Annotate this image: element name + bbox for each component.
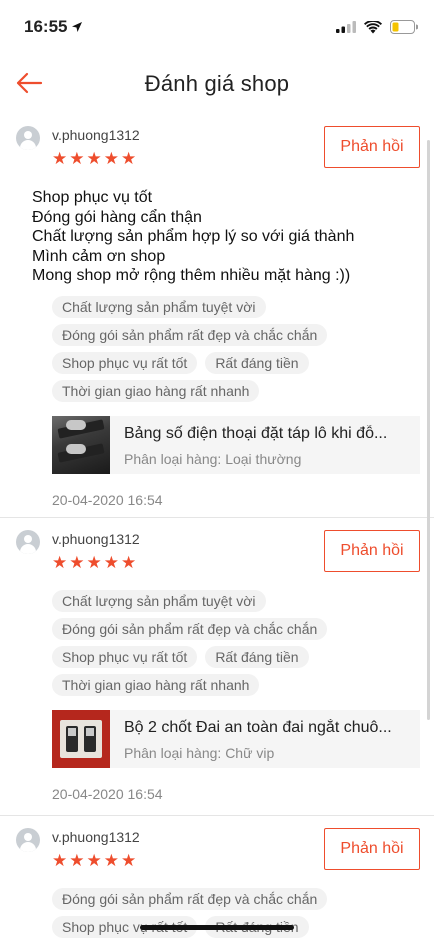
reply-button[interactable]: Phản hồi: [324, 126, 420, 168]
review-tags: Chất lượng sản phẩm tuyệt vời Đóng gói s…: [52, 590, 392, 696]
review-tags: Chất lượng sản phẩm tuyệt vời Đóng gói s…: [52, 295, 392, 402]
location-arrow-icon: [72, 22, 83, 32]
reply-button[interactable]: Phản hồi: [324, 530, 420, 572]
review-timestamp: 20-04-2020 16:54: [52, 491, 163, 508]
review-text-line: Mong shop mở rộng thêm nhiều mặt hàng :)…: [32, 267, 351, 284]
star-icon: ★: [121, 851, 137, 870]
review-tag: Đóng gói sản phẩm rất đẹp và chắc chắn: [52, 618, 328, 640]
review-tag: Đóng gói sản phẩm rất đẹp và chắc chắn: [52, 323, 328, 346]
status-time: 16:55: [24, 17, 83, 37]
review-text-line: Chất lượng sản phẩm hợp lý so với giá th…: [32, 228, 355, 245]
home-indicator[interactable]: [140, 925, 294, 930]
product-card[interactable]: Bộ 2 chốt Đai an toàn đai ngắt chuô... P…: [52, 710, 420, 768]
star-icon: ★: [103, 149, 119, 168]
review-tag: Thời gian giao hàng rất nhanh: [52, 674, 260, 696]
star-icon: ★: [103, 553, 119, 572]
battery-icon: [390, 20, 418, 34]
review-tag: Chất lượng sản phẩm tuyệt vời: [52, 295, 266, 318]
review-tag: Rất đáng tiền: [205, 646, 309, 668]
arrow-left-icon: [16, 72, 43, 94]
review-tag: Shop phục vụ rất tốt: [52, 351, 198, 374]
review-tag: Rất đáng tiền: [205, 351, 309, 374]
star-icon: ★: [52, 553, 68, 572]
review-tag: Chất lượng sản phẩm tuyệt vời: [52, 590, 266, 612]
reply-button[interactable]: Phản hồi: [324, 828, 420, 870]
back-button[interactable]: [14, 68, 44, 98]
review-list: Phản hồi v.phuong1312 ★ ★ ★ ★ ★ Shop phụ…: [0, 114, 434, 941]
review-text-line: Mình cảm ơn shop: [32, 247, 166, 265]
status-icons: [336, 20, 418, 34]
scrollbar[interactable]: [427, 140, 430, 720]
star-icon: ★: [69, 851, 85, 870]
review-timestamp: 20-04-2020 16:54: [52, 786, 163, 802]
page-title: Đánh giá shop: [144, 71, 290, 96]
star-icon: ★: [86, 851, 102, 870]
product-name: Bộ 2 chốt Đai an toàn đai ngắt chuô...: [124, 719, 392, 736]
star-icon: ★: [103, 851, 119, 870]
review-item: Phản hồi v.phuong1312 ★ ★ ★ ★ ★ Shop phụ…: [0, 114, 434, 518]
product-variant: Phân loại hàng: Loại thường: [124, 450, 302, 467]
nav-bar: Đánh giá shop: [0, 54, 434, 114]
star-icon: ★: [86, 149, 102, 168]
review-item: Phản hồi v.phuong1312 ★ ★ ★ ★ ★ Chất lượ…: [0, 518, 434, 816]
review-text-line: Shop phục vụ tốt: [32, 189, 153, 206]
star-icon: ★: [121, 553, 137, 572]
review-item: Phản hồi v.phuong1312 ★ ★ ★ ★ ★ Đóng gói…: [0, 816, 434, 941]
star-icon: ★: [121, 149, 137, 168]
review-tag: Shop phục vụ rất tốt: [52, 646, 198, 668]
wifi-icon: [364, 20, 382, 33]
avatar[interactable]: [16, 126, 40, 150]
product-image: [52, 710, 110, 768]
product-card[interactable]: Bảng số điện thoại đặt táp lô khi đỗ... …: [52, 415, 420, 474]
star-icon: ★: [69, 553, 85, 572]
star-icon: ★: [86, 553, 102, 572]
review-text-line: Đóng gói hàng cẩn thận: [32, 208, 202, 226]
product-name: Bảng số điện thoại đặt táp lô khi đỗ...: [124, 424, 388, 442]
product-image: [52, 415, 110, 474]
review-tag: Thời gian giao hàng rất nhanh: [52, 379, 260, 402]
star-icon: ★: [69, 149, 85, 168]
product-variant: Phân loại hàng: Chữ vip: [124, 745, 275, 761]
star-icon: ★: [52, 149, 68, 168]
review-tag: Đóng gói sản phẩm rất đẹp và chắc chắn: [52, 888, 328, 910]
signal-icon: [336, 21, 356, 33]
status-bar: 16:55: [0, 0, 434, 54]
status-time-text: 16:55: [24, 17, 68, 36]
star-icon: ★: [52, 851, 68, 870]
review-text: Shop phục vụ tốt Đóng gói hàng cẩn thận …: [32, 188, 418, 286]
avatar[interactable]: [16, 828, 40, 852]
avatar[interactable]: [16, 530, 40, 554]
review-tags: Đóng gói sản phẩm rất đẹp và chắc chắn S…: [52, 888, 392, 938]
